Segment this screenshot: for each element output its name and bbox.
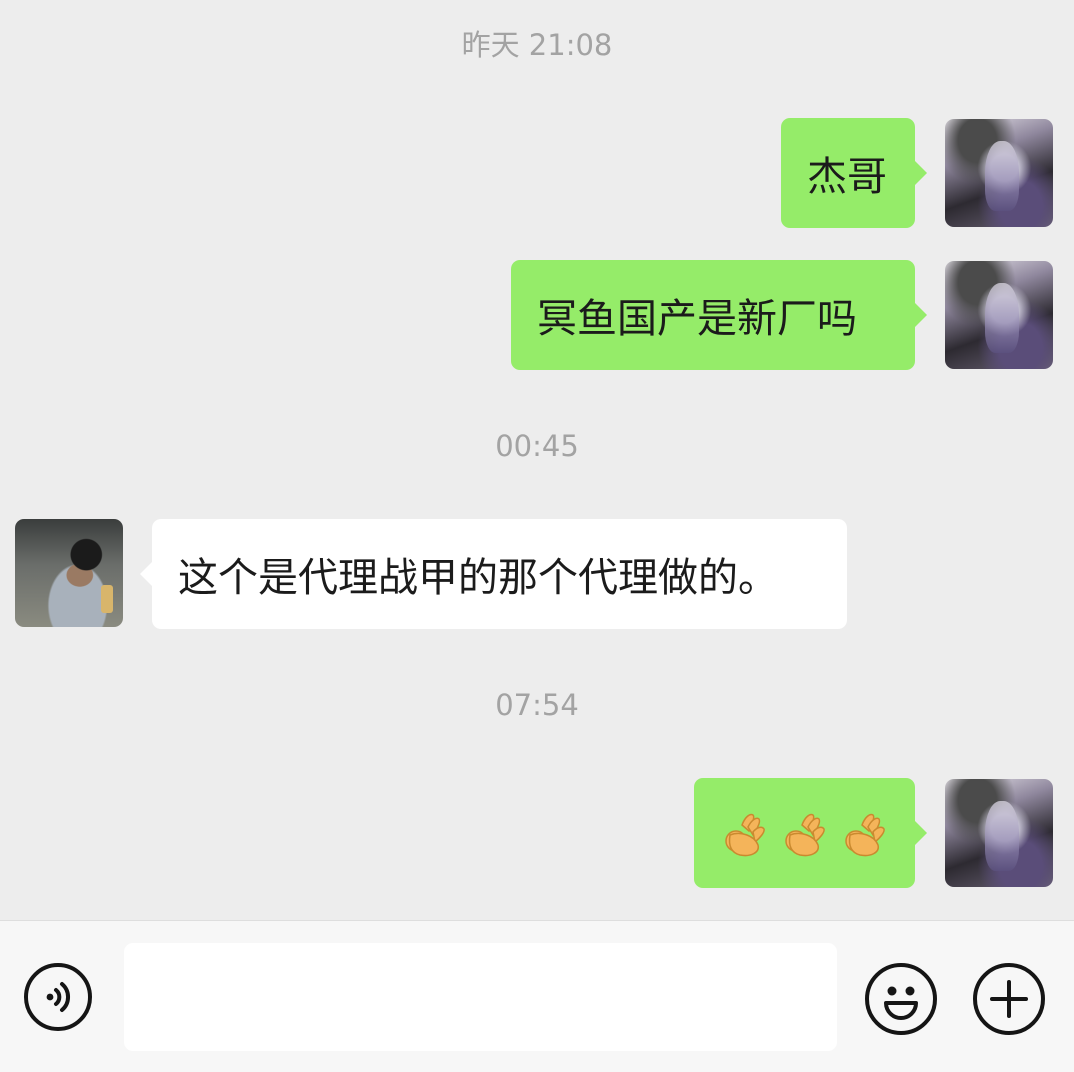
- received-message-bubble[interactable]: 这个是代理战甲的那个代理做的。: [140, 519, 847, 629]
- message-text: 这个是代理战甲的那个代理做的。: [178, 555, 778, 601]
- emoji-button[interactable]: [865, 963, 937, 1035]
- chat-area: 昨天 21:08 杰哥 冥鱼国产是新厂吗 00:45 这个是代理战甲的那个代理做…: [0, 0, 1074, 920]
- my-avatar[interactable]: [945, 779, 1053, 887]
- friend-avatar[interactable]: [15, 519, 123, 627]
- my-avatar[interactable]: [945, 119, 1053, 227]
- emoji-icon: [884, 986, 918, 1020]
- timestamp: 00:45: [495, 429, 579, 463]
- voice-icon: [46, 982, 70, 1012]
- message-text: 冥鱼国产是新厂吗: [537, 296, 857, 342]
- sent-message-bubble[interactable]: [694, 778, 927, 888]
- voice-button[interactable]: [24, 963, 92, 1031]
- my-avatar[interactable]: [945, 261, 1053, 369]
- ok-hand-icon: [845, 813, 885, 857]
- message-text: 杰哥: [807, 154, 887, 200]
- input-bar: [0, 920, 1074, 1072]
- message-input[interactable]: [124, 943, 837, 1051]
- timestamp: 昨天 21:08: [461, 28, 613, 62]
- plus-icon: [990, 980, 1028, 1018]
- timestamp: 07:54: [495, 688, 579, 722]
- ok-hand-icon: [725, 813, 765, 857]
- sent-message-bubble[interactable]: 冥鱼国产是新厂吗: [511, 260, 927, 370]
- sent-message-bubble[interactable]: 杰哥: [781, 118, 927, 228]
- ok-hand-icon: [785, 813, 825, 857]
- more-button[interactable]: [973, 963, 1045, 1035]
